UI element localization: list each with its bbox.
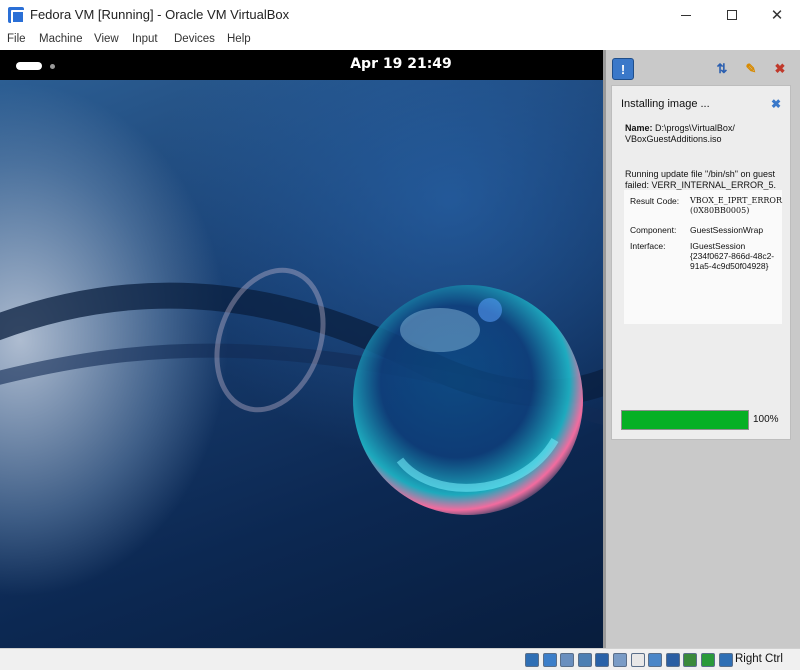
desktop-wallpaper bbox=[0, 80, 603, 648]
title-bar: Fedora VM [Running] - Oracle VM VirtualB… bbox=[0, 0, 800, 30]
shared-folders-icon[interactable] bbox=[613, 653, 627, 667]
optical-drive-icon[interactable] bbox=[542, 653, 557, 667]
sort-icon[interactable]: ⇅ bbox=[711, 58, 733, 80]
menu-file[interactable]: File bbox=[7, 33, 26, 45]
virtualbox-app-icon bbox=[8, 7, 25, 24]
minimize-button[interactable] bbox=[663, 0, 709, 30]
host-key-arrow-icon[interactable] bbox=[718, 653, 733, 667]
progress-label: 100% bbox=[753, 414, 779, 425]
maximize-button[interactable] bbox=[709, 0, 755, 30]
close-icon: ✕ bbox=[770, 7, 784, 24]
acknowledge-icon[interactable]: ✎ bbox=[740, 58, 762, 80]
progress-bar bbox=[621, 410, 749, 430]
network-icon[interactable] bbox=[577, 653, 592, 667]
notification-center: ! ⇅ ✎ ✖ Installing image ... ✖ Name: D:\… bbox=[603, 50, 800, 648]
display-icon[interactable] bbox=[630, 653, 645, 667]
clock[interactable]: Apr 19 21:49 bbox=[0, 56, 603, 72]
menu-bar: File Machine View Input Devices Help bbox=[0, 30, 800, 50]
detail-label: Component: bbox=[630, 225, 677, 235]
detail-label: Result Code: bbox=[630, 196, 680, 206]
image-name-label: Name: bbox=[625, 123, 653, 133]
notification-toolbar: ! ⇅ ✎ ✖ bbox=[606, 50, 800, 86]
notification-center-icon[interactable]: ! bbox=[612, 58, 634, 80]
detail-value: IGuestSession {234f0627-866d-48c2-91a5-4… bbox=[690, 241, 775, 271]
popup-close-icon[interactable]: ✖ bbox=[771, 97, 781, 111]
menu-help[interactable]: Help bbox=[227, 33, 251, 45]
menu-view[interactable]: View bbox=[94, 33, 119, 45]
menu-input[interactable]: Input bbox=[132, 33, 158, 45]
menu-devices[interactable]: Devices bbox=[174, 33, 215, 45]
detail-value: VBOX_E_IPRT_ERROR (0X80BB0005) bbox=[690, 196, 782, 215]
mouse-integration-icon[interactable] bbox=[701, 653, 715, 667]
wallpaper-art bbox=[0, 267, 603, 515]
detail-value: GuestSessionWrap bbox=[690, 225, 764, 235]
error-details: Result Code: VBOX_E_IPRT_ERROR (0X80BB00… bbox=[624, 190, 782, 324]
vm-display[interactable]: Apr 19 21:49 bbox=[0, 50, 603, 648]
popup-title: Installing image ... bbox=[621, 98, 710, 110]
clear-all-icon[interactable]: ✖ bbox=[769, 58, 791, 80]
status-bar: Right Ctrl bbox=[0, 648, 800, 670]
menu-machine[interactable]: Machine bbox=[39, 33, 82, 45]
guest-additions-icon[interactable] bbox=[683, 653, 698, 667]
window-title: Fedora VM [Running] - Oracle VM VirtualB… bbox=[30, 7, 290, 22]
close-button[interactable]: ✕ bbox=[754, 0, 800, 30]
detail-label: Interface: bbox=[630, 241, 666, 251]
image-name: Name: D:\progs\VirtualBox/ VBoxGuestAddi… bbox=[625, 123, 790, 145]
usb-icon[interactable] bbox=[595, 653, 610, 667]
hard-disk-icon[interactable] bbox=[525, 653, 539, 667]
audio-icon[interactable] bbox=[560, 653, 575, 667]
progress-fill bbox=[622, 411, 748, 429]
installing-image-popup: Installing image ... ✖ Name: D:\progs\Vi… bbox=[611, 85, 791, 440]
minimize-icon bbox=[681, 14, 691, 16]
cpu-icon[interactable] bbox=[665, 653, 680, 667]
host-key-label[interactable]: Right Ctrl bbox=[735, 653, 783, 665]
maximize-icon bbox=[727, 10, 737, 20]
video-capture-icon[interactable] bbox=[648, 653, 663, 667]
error-message: Running update file "/bin/sh" on guest f… bbox=[625, 169, 777, 190]
